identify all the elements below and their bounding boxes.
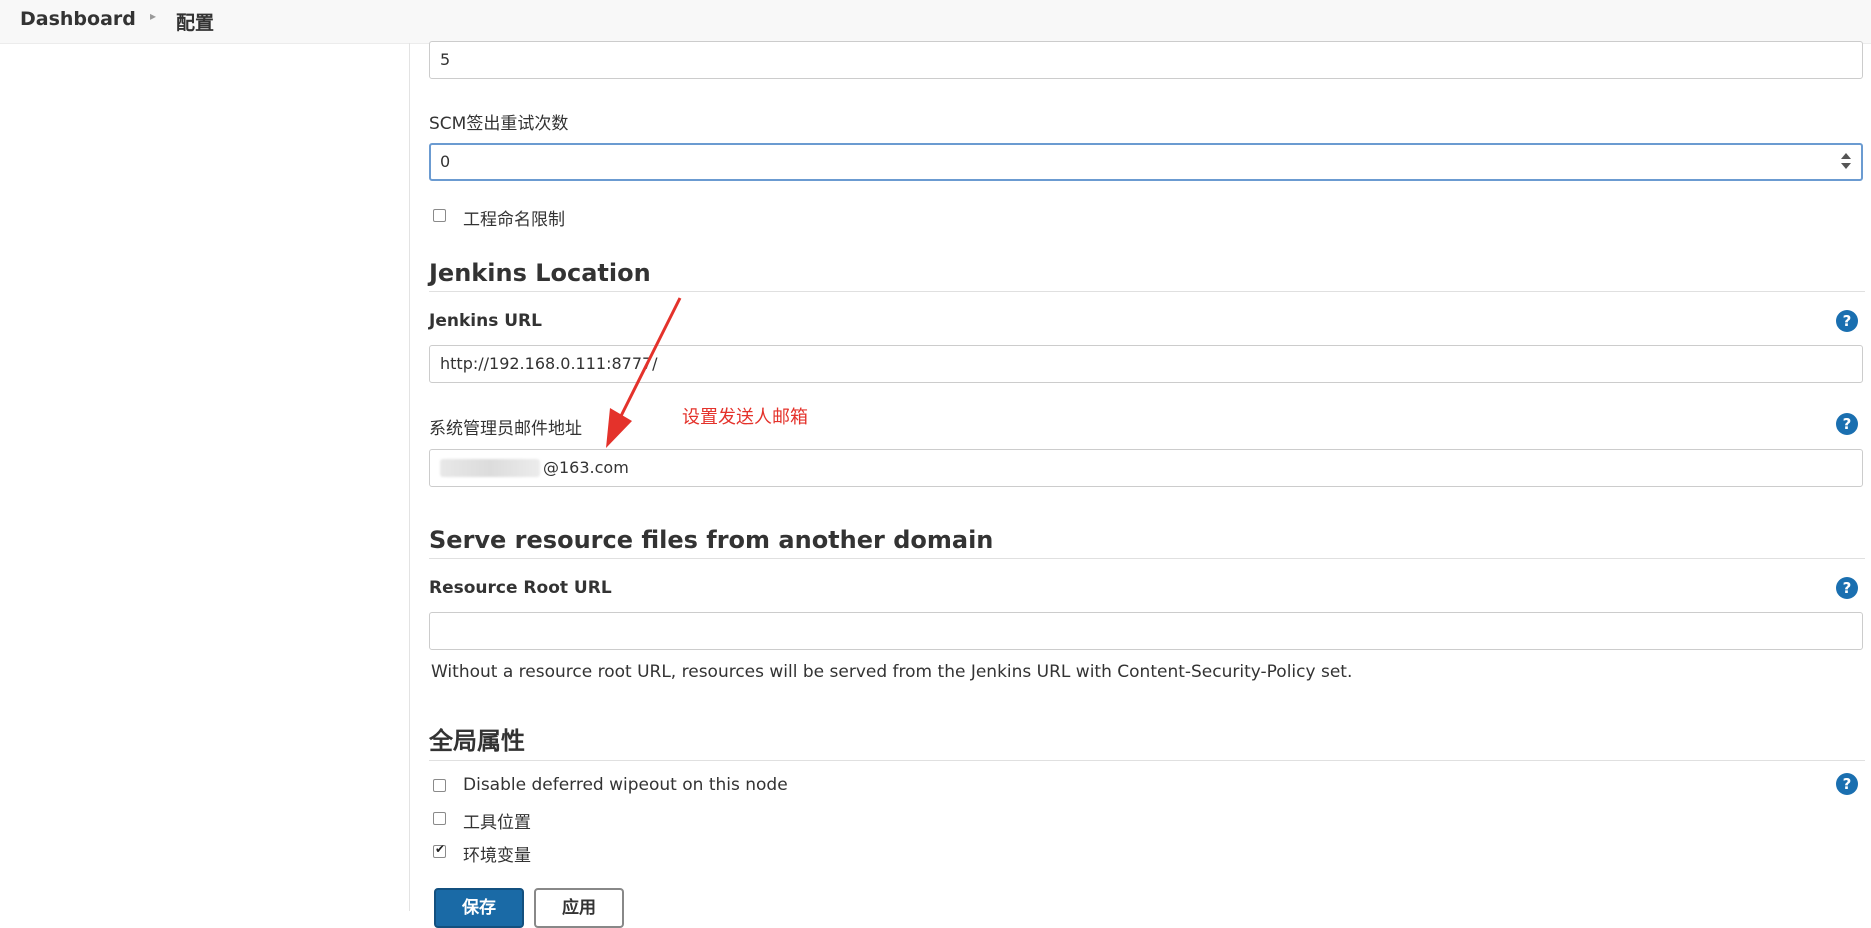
disable-wipeout-label: Disable deferred wipeout on this node [463, 775, 788, 795]
annotation-arrow [606, 297, 682, 448]
resource-domain-heading: Serve resource files from another domain [429, 526, 1865, 559]
env-vars-label: 环境变量 [463, 846, 531, 866]
save-button[interactable]: 保存 [434, 888, 524, 928]
tool-location-checkbox[interactable] [433, 812, 446, 825]
disable-wipeout-checkbox[interactable] [433, 779, 446, 792]
help-icon[interactable]: ? [1836, 577, 1858, 599]
apply-button[interactable]: 应用 [534, 888, 624, 928]
global-properties-heading: 全局属性 [429, 721, 1865, 761]
env-vars-checkbox[interactable] [433, 842, 446, 858]
tool-location-label: 工具位置 [463, 813, 531, 833]
resource-root-url-description: Without a resource root URL, resources w… [431, 662, 1353, 682]
annotation-arrow-head [606, 408, 632, 448]
resource-root-url-input[interactable] [429, 612, 1863, 650]
annotation-arrow-line [618, 297, 682, 419]
resource-root-url-label: Resource Root URL [429, 578, 612, 598]
help-icon[interactable]: ? [1836, 773, 1858, 795]
